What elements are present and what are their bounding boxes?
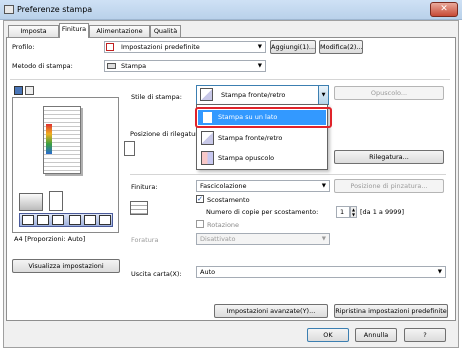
finishing-value: Fascicolazione	[200, 182, 247, 190]
chevron-down-icon: ▼	[321, 92, 326, 98]
tab-paper-source[interactable]: Alimentazione carta	[89, 25, 150, 46]
add-profile-button[interactable]: Aggiungi(1)...	[270, 40, 316, 54]
chevron-down-icon: ▼	[437, 269, 442, 275]
profile-value: Impostazioni predefinite	[121, 43, 200, 51]
profile-select[interactable]: Impostazioni predefinite ▼	[104, 41, 266, 53]
copies-stepper[interactable]: 1	[336, 206, 350, 218]
cancel-button[interactable]: Annulla	[355, 328, 397, 342]
printer-small-icon	[107, 63, 116, 69]
close-button[interactable]: ✕	[430, 2, 458, 17]
print-method-value: Stampa	[121, 62, 147, 70]
paper-stack-icon	[49, 191, 63, 211]
rotation-checkbox[interactable]	[196, 220, 204, 228]
finishing-mode-icon[interactable]	[37, 215, 49, 225]
copies-per-offset-label: Numero di copie per scostamento:	[206, 208, 319, 216]
finishing-mode-icon[interactable]	[22, 215, 34, 225]
print-style-label: Stile di stampa:	[131, 93, 182, 101]
print-style-value: Stampa fronte/retro	[221, 91, 286, 99]
edit-profile-button[interactable]: Modifica(2)...	[319, 40, 363, 54]
duplex-icon	[201, 131, 214, 145]
preview-icon-page[interactable]	[14, 86, 23, 95]
paper-size-label: A4 [Proporzioni: Auto]	[14, 235, 86, 243]
preview-icon-printer[interactable]	[25, 86, 34, 95]
restore-defaults-button[interactable]: Ripristina impostazioni predefinite	[334, 304, 448, 318]
chevron-down-icon: ▼	[321, 183, 326, 189]
profile-icon	[106, 43, 114, 51]
print-method-select[interactable]: Stampa ▼	[104, 60, 266, 72]
ok-button[interactable]: OK	[307, 328, 349, 342]
finishing-mode-icon[interactable]	[84, 215, 96, 225]
punch-select[interactable]: Disattivato ▼	[196, 233, 330, 245]
binding-layout-icon	[124, 141, 135, 156]
punch-label: Foratura	[131, 236, 159, 244]
finishing-mode-icon[interactable]	[69, 215, 81, 225]
chevron-down-icon: ▼	[257, 44, 262, 50]
booklet-icon	[201, 151, 214, 165]
staple-position-button[interactable]: Posizione di pinzatura...	[334, 179, 444, 193]
print-style-select[interactable]: Stampa fronte/retro	[196, 85, 329, 105]
chevron-down-icon: ▼	[257, 63, 262, 69]
dropdown-arrow-button[interactable]: ▼	[318, 86, 328, 104]
window-title: Preferenze stampa	[17, 5, 93, 14]
highlight-callout	[195, 107, 332, 128]
paper-output-value: Auto	[200, 268, 216, 276]
print-method-label: Metodo di stampa:	[12, 62, 73, 70]
profile-label: Profilo:	[12, 43, 35, 51]
rotation-label: Rotazione	[207, 221, 240, 229]
divider	[130, 174, 446, 175]
option-duplex[interactable]: Stampa fronte/retro	[198, 131, 326, 146]
document-color-band	[46, 124, 52, 154]
copies-value: 1	[340, 208, 345, 216]
divider	[10, 79, 450, 80]
finishing-label: Finitura:	[131, 183, 158, 191]
paper-output-select[interactable]: Auto ▼	[196, 266, 446, 278]
copies-range-label: [da 1 a 9999]	[360, 208, 405, 216]
chevron-down-icon: ▼	[321, 236, 326, 242]
printer-stack-icon	[19, 193, 43, 211]
help-button[interactable]: ?	[404, 328, 446, 342]
tab-quality[interactable]: Qualità	[150, 25, 181, 37]
paper-output-label: Uscita carta(X):	[131, 270, 182, 278]
binding-position-label: Posizione di rilegatura:	[130, 130, 205, 138]
offset-stack-icon	[130, 201, 148, 215]
booklet-button[interactable]: Opuscolo...	[334, 86, 444, 100]
binding-button[interactable]: Rilegatura...	[334, 150, 444, 164]
printer-icon	[4, 5, 14, 14]
duplex-icon	[200, 88, 213, 101]
finishing-select[interactable]: Fascicolazione ▼	[196, 180, 330, 192]
offset-checkbox[interactable]: ✓	[196, 195, 204, 203]
offset-label: Scostamento	[207, 196, 250, 204]
advanced-settings-button[interactable]: Impostazioni avanzate(Y)...	[214, 304, 328, 318]
finishing-mode-icon[interactable]	[52, 215, 64, 225]
view-settings-button[interactable]: Visualizza impostazioni	[12, 259, 120, 273]
tab-page-setup[interactable]: Imposta pagina	[8, 25, 59, 46]
tab-finishing[interactable]: Finitura	[59, 23, 89, 38]
finishing-mode-icon[interactable]	[99, 215, 111, 225]
option-booklet[interactable]: Stampa opuscolo	[198, 151, 326, 166]
punch-value: Disattivato	[200, 235, 236, 243]
stepper-arrows-icon[interactable]: ▲ ▼	[350, 206, 357, 218]
